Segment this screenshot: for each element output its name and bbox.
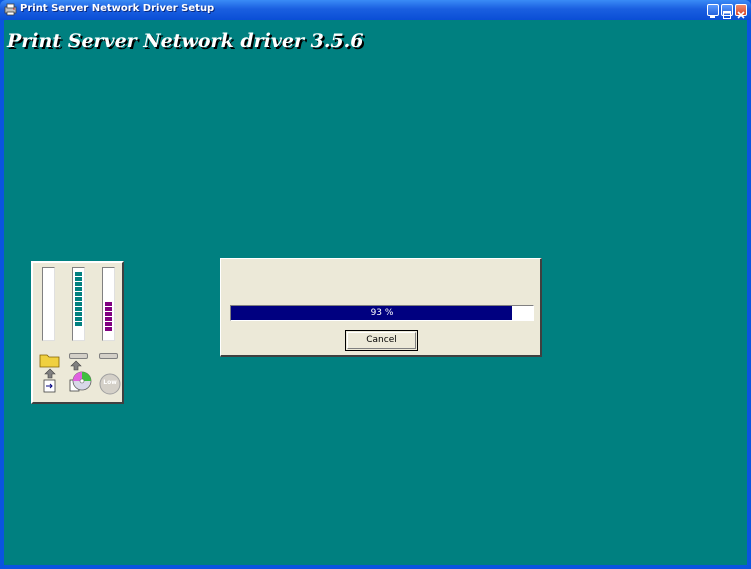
title-bar[interactable]: Print Server Network Driver Setup xyxy=(0,0,751,20)
disk-slot xyxy=(99,353,118,359)
progress-dialog: 93 % Cancel xyxy=(220,258,542,357)
destination-slot xyxy=(69,353,88,359)
cancel-button-label: Cancel xyxy=(347,332,416,349)
setup-background: Print Server Network driver 3.5.6 Low 93… xyxy=(4,20,747,565)
window-title: Print Server Network Driver Setup xyxy=(20,3,215,14)
disk-space-meter-fill xyxy=(105,301,112,337)
progress-bar: 93 % xyxy=(230,305,534,321)
destination-meter-fill xyxy=(75,271,82,337)
progress-percent-label: 93 % xyxy=(370,308,394,318)
disk-space-meter xyxy=(102,267,115,341)
minimize-button[interactable] xyxy=(707,4,719,18)
close-button[interactable] xyxy=(735,4,747,19)
maximize-icon xyxy=(723,11,731,19)
setup-window: Print Server Network Driver Setup Print … xyxy=(0,0,751,569)
minimize-icon xyxy=(710,16,715,18)
destination-meter xyxy=(72,267,85,341)
close-icon xyxy=(737,11,745,19)
maximize-button[interactable] xyxy=(721,4,733,19)
source-meter xyxy=(42,267,55,341)
status-panel: Low xyxy=(31,261,124,404)
page-title: Print Server Network driver 3.5.6 xyxy=(7,30,364,52)
folder-icon xyxy=(39,354,60,393)
low-disk-label: Low xyxy=(103,379,117,386)
cancel-button[interactable]: Cancel xyxy=(345,330,418,351)
setup-app-icon xyxy=(4,3,17,16)
cd-disc-icon xyxy=(69,360,92,392)
